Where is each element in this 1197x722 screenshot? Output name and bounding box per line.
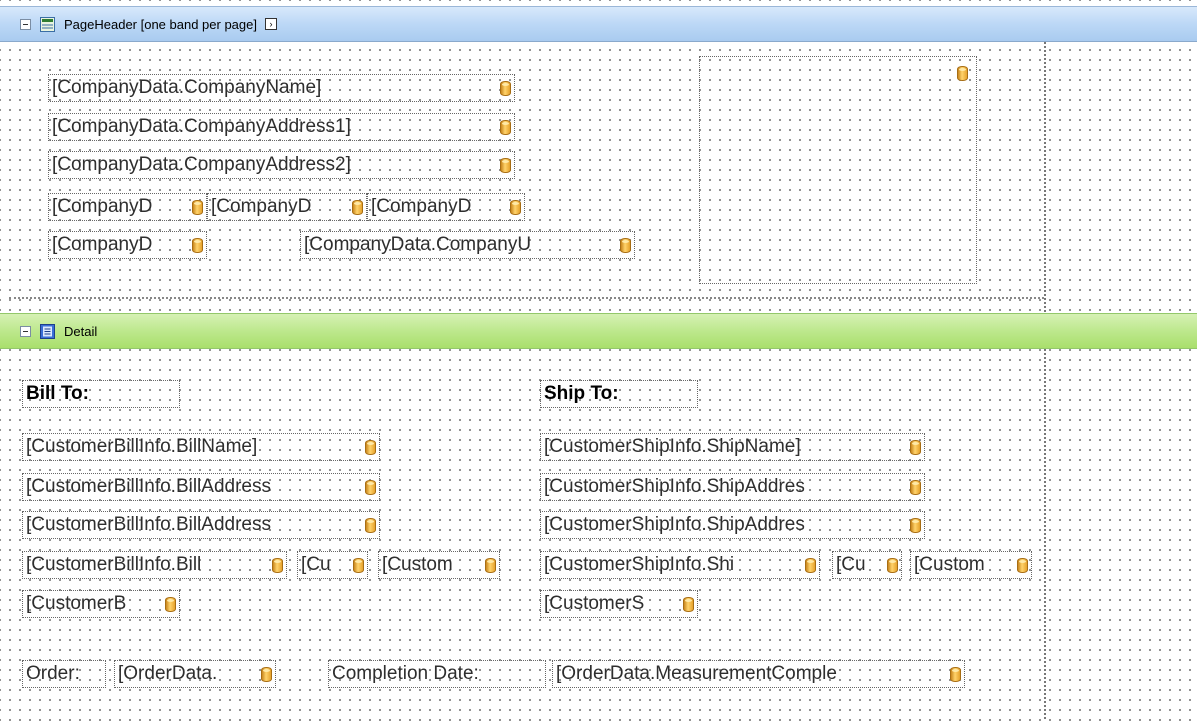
database-field-icon	[165, 597, 176, 612]
database-field-icon	[192, 238, 203, 253]
database-field-icon	[500, 81, 511, 96]
database-field-icon	[353, 558, 364, 573]
detail-band-icon	[40, 323, 55, 339]
ship-name-field[interactable]: [CustomerShipInfo.ShipName]	[540, 433, 925, 461]
field-text: [Cu	[301, 554, 331, 575]
field-text: [OrderData.MeasurementComple	[556, 663, 837, 684]
database-field-icon	[365, 480, 376, 495]
band-expand-icon[interactable]: ›	[265, 18, 277, 30]
ship-zip-field[interactable]: [Custom	[910, 551, 1032, 579]
company-name-field[interactable]: [CompanyData.CompanyName]	[48, 74, 515, 102]
ship-to-label[interactable]: Ship To:	[540, 380, 698, 408]
completion-date-field[interactable]: [OrderData.MeasurementComple	[552, 660, 965, 688]
field-text: [CustomerShipInfo.ShipAddres	[544, 514, 805, 535]
field-text: [CompanyData.CompanyName]	[52, 77, 322, 98]
database-field-icon	[510, 200, 521, 215]
field-text: [CustomerShipInfo.ShipAddres	[544, 476, 805, 497]
company-address2-field[interactable]: [CompanyData.CompanyAddress2]	[48, 151, 515, 179]
bill-zip-field[interactable]: [Custom	[378, 551, 500, 579]
field-text: [CustomerShipInfo.Shi	[544, 554, 735, 575]
ship-city-field[interactable]: [CustomerShipInfo.Shi	[540, 551, 820, 579]
band-divider	[9, 297, 1044, 299]
company-zip-field[interactable]: [CompanyD	[367, 193, 525, 221]
company-address1-field[interactable]: [CompanyData.CompanyAddress1]	[48, 113, 515, 141]
bill-address1-field[interactable]: [CustomerBillInfo.BillAddress	[22, 473, 380, 501]
field-text: [CustomerBillInfo.BillAddress	[26, 514, 271, 535]
field-text: [CompanyD	[211, 196, 312, 217]
page-header-band[interactable]: PageHeader [one band per page] ›	[0, 6, 1197, 42]
database-field-icon	[957, 66, 968, 81]
label-text: Bill To:	[26, 383, 89, 404]
field-text: [CompanyData.CompanyAddress1]	[52, 116, 351, 137]
company-logo-picture-box[interactable]	[699, 56, 977, 284]
database-field-icon	[910, 480, 921, 495]
order-number-field[interactable]: [OrderData.	[114, 660, 276, 688]
label-text: Ship To:	[544, 383, 619, 404]
bill-address2-field[interactable]: [CustomerBillInfo.BillAddress	[22, 511, 380, 539]
detail-band-title: Detail	[64, 323, 98, 339]
bill-state-field[interactable]: [Cu	[297, 551, 368, 579]
ship-address2-field[interactable]: [CustomerShipInfo.ShipAddres	[540, 511, 925, 539]
collapse-icon[interactable]	[20, 18, 31, 30]
database-field-icon	[950, 667, 961, 682]
company-phone-field[interactable]: [CompanyD	[48, 231, 207, 259]
company-city-field[interactable]: [CompanyD	[48, 193, 207, 221]
database-field-icon	[352, 200, 363, 215]
detail-band[interactable]: Detail	[0, 313, 1197, 349]
collapse-icon[interactable]	[20, 325, 31, 337]
company-url-field[interactable]: [CompanyData.CompanyU	[300, 231, 635, 259]
field-text: [CustomerBillInfo.Bill	[26, 554, 202, 575]
database-field-icon	[500, 120, 511, 135]
ship-address1-field[interactable]: [CustomerShipInfo.ShipAddres	[540, 473, 925, 501]
database-field-icon	[365, 518, 376, 533]
database-field-icon	[485, 558, 496, 573]
field-text: [CustomerBillInfo.BillAddress	[26, 476, 271, 497]
database-field-icon	[910, 518, 921, 533]
field-text: [CompanyD	[52, 196, 153, 217]
bill-name-field[interactable]: [CustomerBillInfo.BillName]	[22, 433, 380, 461]
field-text: [CompanyData.CompanyU	[304, 234, 532, 255]
database-field-icon	[683, 597, 694, 612]
field-text: [CompanyD	[52, 234, 153, 255]
page-header-band-title: PageHeader [one band per page]	[64, 16, 257, 32]
field-text: [Cu	[836, 554, 866, 575]
database-field-icon	[192, 200, 203, 215]
database-field-icon	[887, 558, 898, 573]
ship-country-field[interactable]: [CustomerS	[540, 590, 698, 618]
field-text: [OrderData.	[118, 663, 218, 684]
database-field-icon	[272, 558, 283, 573]
label-text: Order:	[26, 663, 80, 684]
page-header-band-icon	[40, 16, 55, 32]
order-label[interactable]: Order:	[22, 660, 106, 688]
label-text: Completion Date:	[332, 663, 479, 684]
field-text: [CustomerB	[26, 593, 127, 614]
bill-city-field[interactable]: [CustomerBillInfo.Bill	[22, 551, 287, 579]
database-field-icon	[500, 158, 511, 173]
database-field-icon	[261, 667, 272, 682]
database-field-icon	[910, 440, 921, 455]
bill-country-field[interactable]: [CustomerB	[22, 590, 180, 618]
ship-state-field[interactable]: [Cu	[832, 551, 902, 579]
completion-date-label[interactable]: Completion Date:	[328, 660, 546, 688]
field-text: [CustomerS	[544, 593, 645, 614]
field-text: [CompanyD	[371, 196, 472, 217]
field-text: [CompanyData.CompanyAddress2]	[52, 154, 351, 175]
database-field-icon	[620, 238, 631, 253]
bill-to-label[interactable]: Bill To:	[22, 380, 180, 408]
field-text: [CustomerBillInfo.BillName]	[26, 436, 258, 457]
database-field-icon	[805, 558, 816, 573]
field-text: [Custom	[914, 554, 985, 575]
field-text: [Custom	[382, 554, 453, 575]
database-field-icon	[365, 440, 376, 455]
database-field-icon	[1017, 558, 1028, 573]
field-text: [CustomerShipInfo.ShipName]	[544, 436, 801, 457]
company-state-field[interactable]: [CompanyD	[207, 193, 367, 221]
